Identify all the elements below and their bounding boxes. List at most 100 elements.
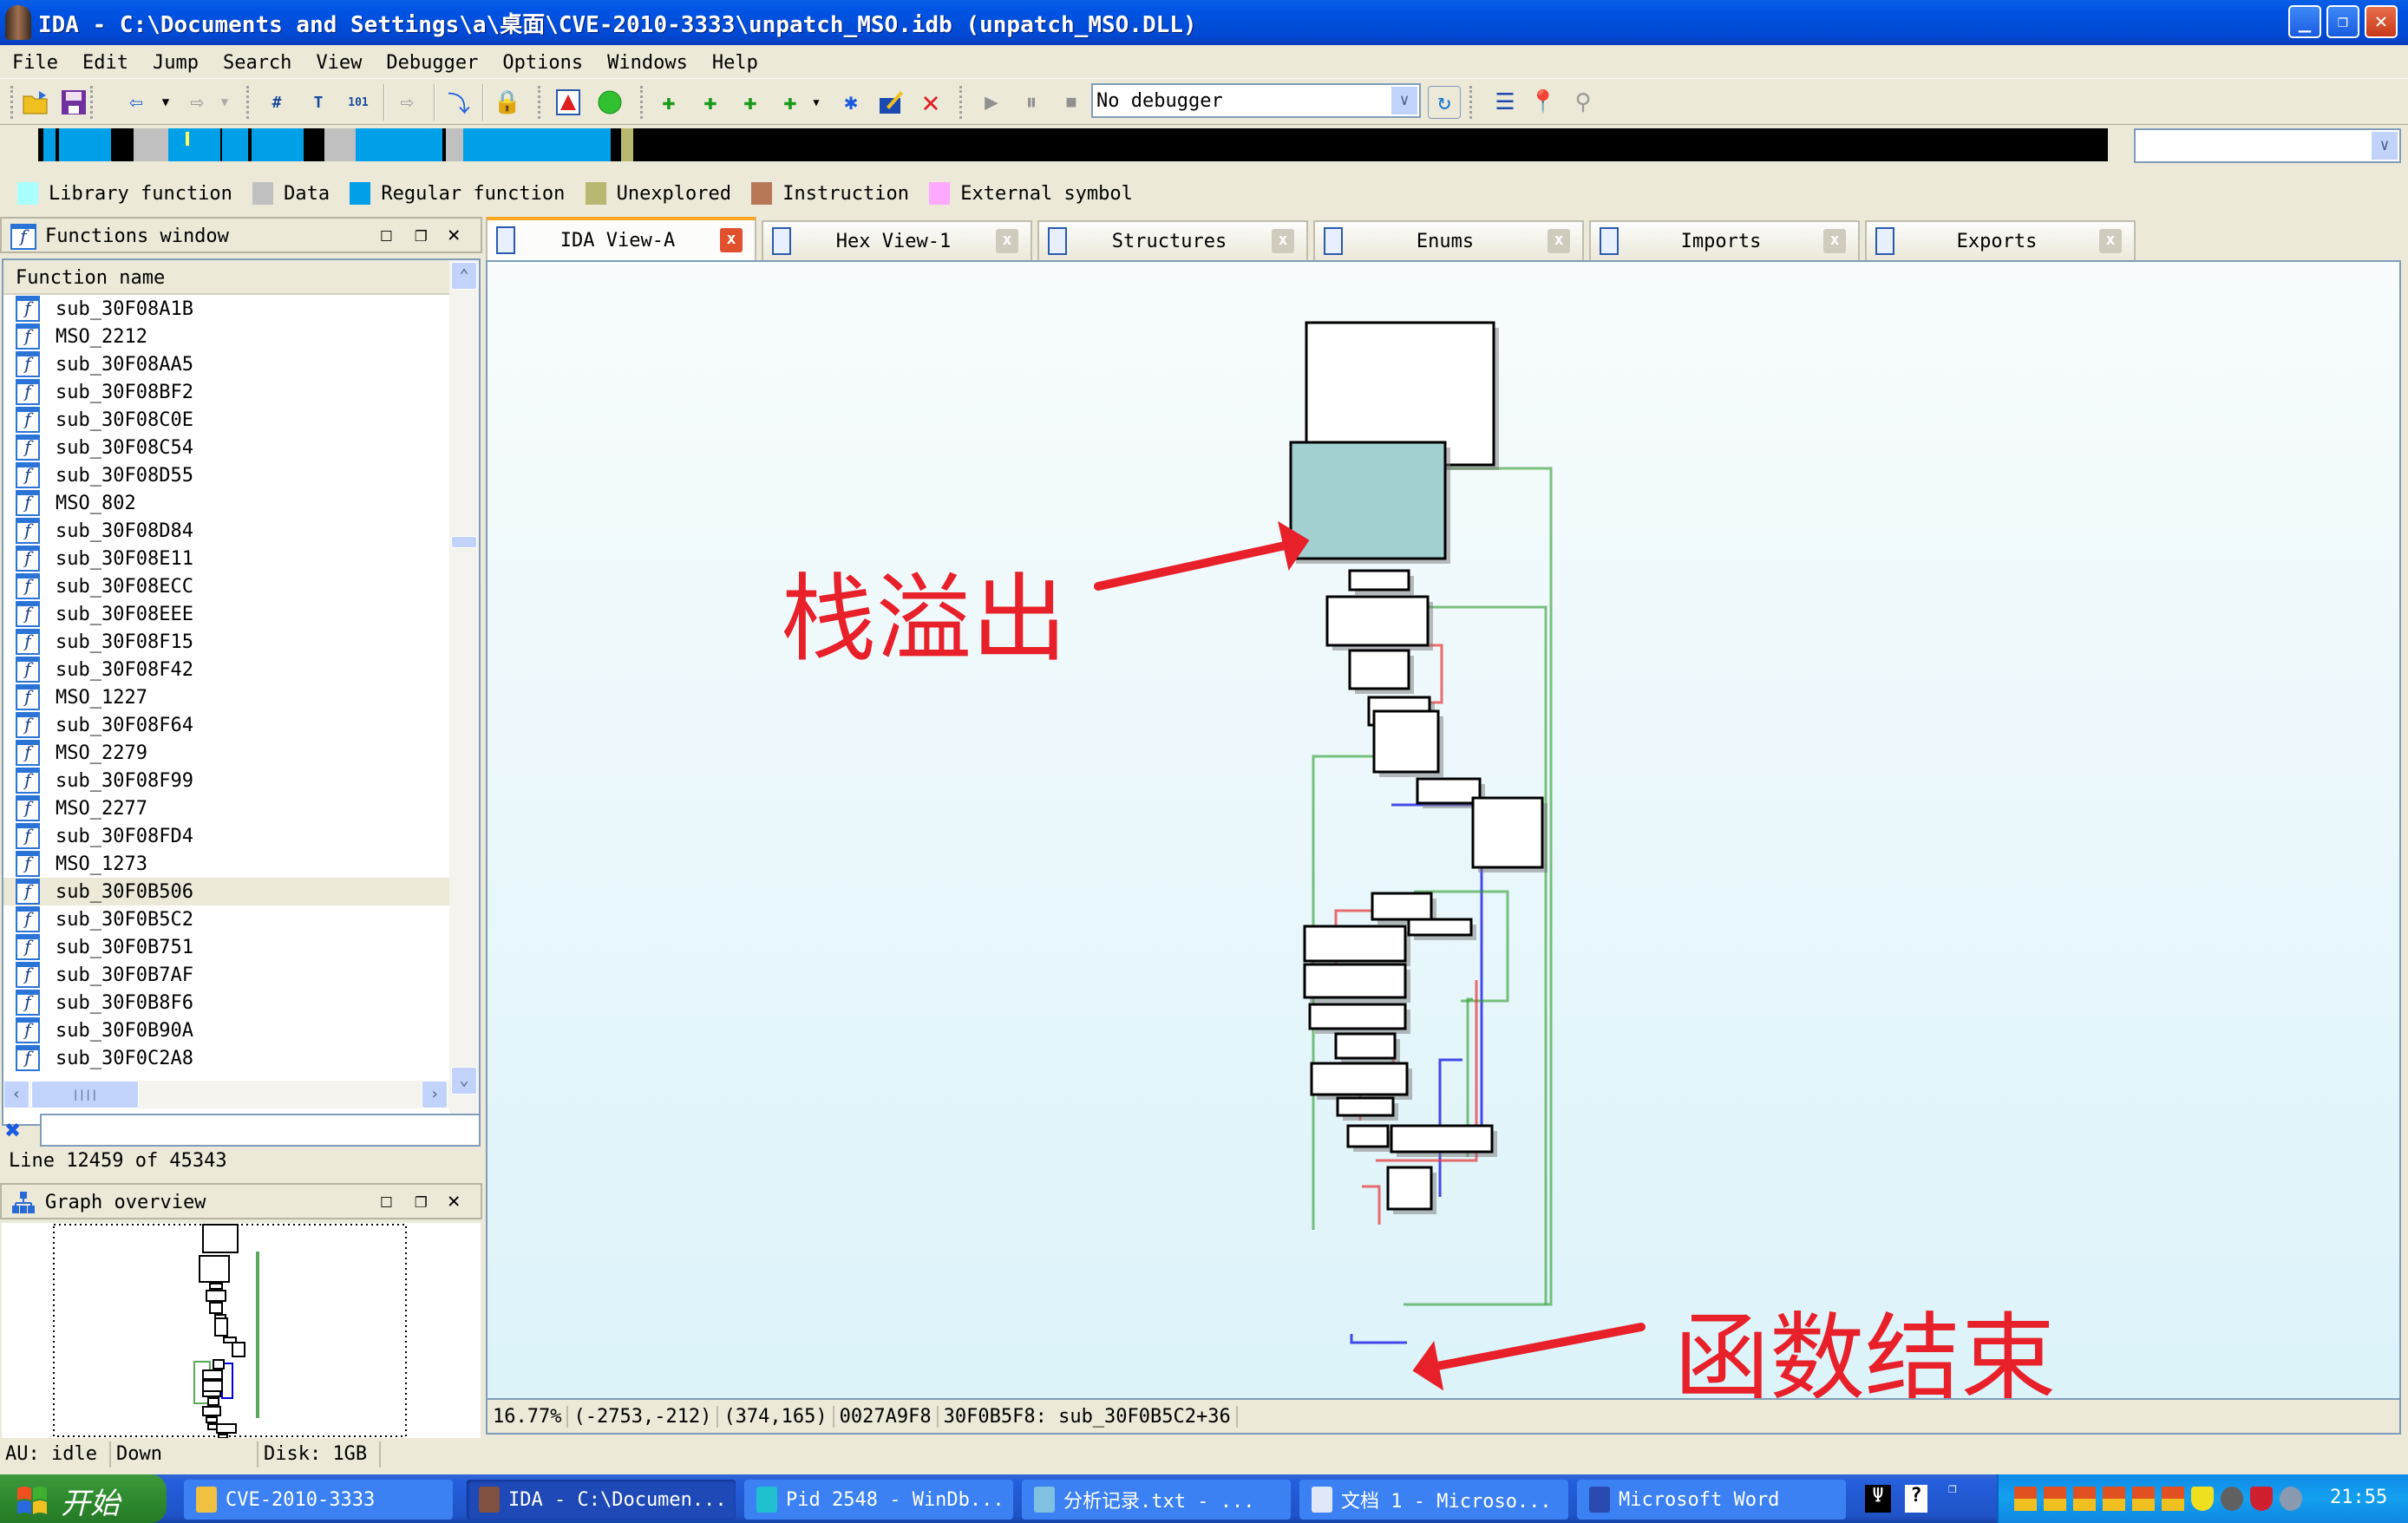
function-list-item[interactable]: f sub_30F08A1B xyxy=(3,295,449,323)
basic-block[interactable] xyxy=(1348,649,1410,690)
function-list-item[interactable]: f sub_30F08F64 xyxy=(3,711,449,739)
function-list-item[interactable]: f sub_30F0B7AF xyxy=(3,961,449,989)
nav-segment[interactable] xyxy=(446,128,463,161)
basic-block[interactable] xyxy=(1390,1124,1494,1154)
basic-block[interactable] xyxy=(1407,918,1473,937)
nav-segment[interactable] xyxy=(324,128,356,161)
run-icon[interactable]: ▶ xyxy=(975,86,1008,119)
menu-search[interactable]: Search xyxy=(211,47,304,74)
float-panel-button[interactable]: ❐ xyxy=(415,1188,427,1213)
menu-options[interactable]: Options xyxy=(490,47,595,74)
nav-segment[interactable] xyxy=(222,128,248,161)
function-list-item[interactable]: f sub_30F08D55 xyxy=(3,461,449,489)
function-list-item[interactable]: f sub_30F0B751 xyxy=(3,933,449,961)
taskbar-button[interactable]: 分析记录.txt - ... xyxy=(1022,1480,1291,1520)
network-icon[interactable] xyxy=(2162,1487,2184,1511)
toolbar-grip[interactable] xyxy=(640,86,644,119)
function-list-item[interactable]: f sub_30F08ECC xyxy=(3,572,449,600)
navigation-band[interactable] xyxy=(38,128,2108,161)
scroll-down-button[interactable]: ⌄ xyxy=(451,1067,477,1095)
nav-segment[interactable] xyxy=(43,128,56,161)
refresh-icon[interactable]: ↻ xyxy=(1428,86,1461,119)
basic-block[interactable] xyxy=(1303,963,1407,999)
network-icon[interactable] xyxy=(2132,1487,2155,1511)
basic-block[interactable] xyxy=(1334,1032,1397,1060)
start-button[interactable]: 开始 xyxy=(0,1474,167,1523)
remove-breakpoint-icon[interactable]: ⚲ xyxy=(1567,86,1600,119)
chevron-down-icon[interactable]: ∨ xyxy=(1391,87,1417,114)
close-panel-button[interactable]: ✕ xyxy=(448,222,460,246)
function-list-item[interactable]: f sub_30F08EEE xyxy=(3,600,449,628)
basic-block[interactable] xyxy=(1336,1096,1395,1117)
basic-block[interactable] xyxy=(1310,1062,1409,1096)
stop-icon[interactable]: ⏹ xyxy=(1055,86,1088,119)
network-icon[interactable] xyxy=(2044,1487,2066,1511)
edit-icon[interactable] xyxy=(874,86,907,119)
nav-segment[interactable] xyxy=(356,128,442,161)
toolbar-grip[interactable] xyxy=(10,86,14,119)
tab-close-icon[interactable]: x xyxy=(720,228,743,252)
taskbar-button[interactable]: 文档 1 - Microso... xyxy=(1299,1480,1568,1520)
pause-icon[interactable]: ⏸ xyxy=(1015,86,1048,119)
taskbar-button[interactable]: IDA - C:\Documen... xyxy=(467,1480,736,1520)
security-alert-icon[interactable] xyxy=(2250,1487,2273,1511)
tab-close-icon[interactable]: x xyxy=(2099,229,2122,253)
function-list-item[interactable]: f sub_30F08BF2 xyxy=(3,378,449,406)
back-dropdown-icon[interactable]: ▼ xyxy=(149,86,182,119)
flow-graph[interactable] xyxy=(487,262,2401,1400)
close-panel-button[interactable]: ✕ xyxy=(448,1188,460,1213)
function-list-item[interactable]: f MSO_2279 xyxy=(3,739,449,767)
function-list-item[interactable]: f sub_30F08F42 xyxy=(3,656,449,683)
string-dropdown-icon[interactable]: ▼ xyxy=(800,86,833,119)
function-list-item[interactable]: f sub_30F08C54 xyxy=(3,434,449,461)
forward-dropdown-icon[interactable]: ▼ xyxy=(208,86,241,119)
search-immediate-icon[interactable]: 101 xyxy=(342,86,375,119)
settings-tray-icon[interactable] xyxy=(2280,1487,2302,1511)
scroll-up-button[interactable]: ⌃ xyxy=(451,262,477,290)
search-hex-icon[interactable]: # xyxy=(260,86,293,119)
function-list-item[interactable]: f sub_30F08C0E xyxy=(3,406,449,434)
function-list-item[interactable]: f sub_30F0B90A xyxy=(3,1016,449,1044)
float-panel-button[interactable]: ❐ xyxy=(415,222,427,246)
warning-icon[interactable] xyxy=(552,86,585,119)
tab-imports[interactable]: Imports x xyxy=(1589,220,1860,260)
taskbar-button[interactable]: Microsoft Word xyxy=(1577,1480,1846,1520)
network-icon[interactable] xyxy=(2014,1487,2037,1511)
menu-windows[interactable]: Windows xyxy=(595,47,700,74)
horizontal-scrollbar[interactable]: ‹ |||| › xyxy=(3,1081,449,1108)
network-icon[interactable] xyxy=(2073,1487,2096,1511)
debugger-select[interactable]: No debugger ∨ xyxy=(1091,83,1421,118)
graph-overview-canvas[interactable] xyxy=(2,1223,481,1438)
highlighted-basic-block[interactable] xyxy=(1289,441,1447,560)
search-text-icon[interactable]: T xyxy=(302,86,335,119)
function-list-item[interactable]: f sub_30F0B8F6 xyxy=(3,989,449,1016)
open-icon[interactable] xyxy=(19,86,52,119)
nav-position-marker[interactable] xyxy=(186,132,189,146)
function-list-item[interactable]: f MSO_1273 xyxy=(3,850,449,878)
tab-hex-view-1[interactable]: Hex View-1 x xyxy=(762,220,1032,260)
basic-block[interactable] xyxy=(1325,595,1430,647)
column-header-function-name[interactable]: Function name xyxy=(3,260,449,295)
basic-block[interactable] xyxy=(1308,1003,1407,1030)
volume-icon[interactable] xyxy=(2221,1487,2243,1511)
minimize-button[interactable]: _ xyxy=(2288,5,2321,38)
jump-icon[interactable]: ⤵ xyxy=(442,86,475,119)
toolbar-grip[interactable] xyxy=(538,86,541,119)
tab-structures[interactable]: Structures x xyxy=(1037,220,1308,260)
menu-debugger[interactable]: Debugger xyxy=(374,47,490,74)
breakpoint-list-icon[interactable]: ☰ xyxy=(1489,86,1521,119)
nav-segment[interactable] xyxy=(621,128,633,161)
green-ball-icon[interactable] xyxy=(593,86,626,119)
nav-segment[interactable] xyxy=(463,128,611,161)
function-list-item[interactable]: f sub_30F08F99 xyxy=(3,767,449,794)
restore-langbar-icon[interactable]: ❐ xyxy=(1948,1480,1957,1496)
close-button[interactable]: ✕ xyxy=(2365,5,2398,38)
menu-help[interactable]: Help xyxy=(700,47,770,74)
nav-segment[interactable] xyxy=(134,128,168,161)
basic-block[interactable] xyxy=(1416,777,1482,805)
help-icon[interactable]: ? xyxy=(1905,1485,1927,1513)
vertical-scrollbar[interactable]: ⌃ ⌄ xyxy=(449,260,479,1124)
chevron-down-icon[interactable]: ∨ xyxy=(2372,132,2398,160)
scroll-right-button[interactable]: › xyxy=(422,1081,448,1108)
scroll-thumb[interactable]: |||| xyxy=(31,1081,139,1108)
